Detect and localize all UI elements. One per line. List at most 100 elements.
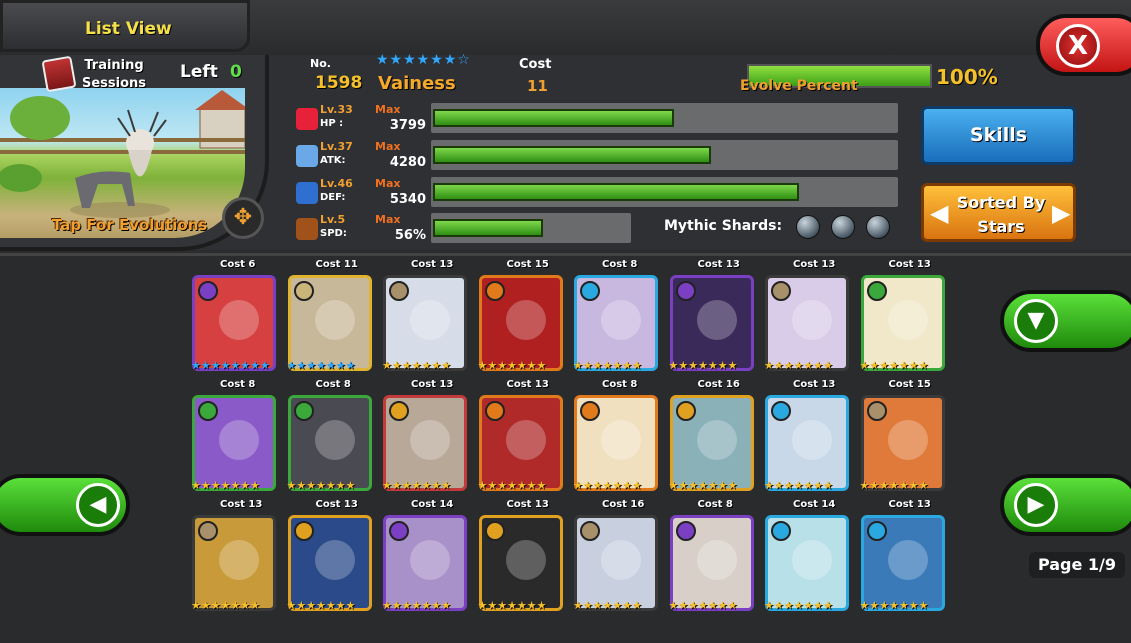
element-icon xyxy=(198,521,218,541)
monster-card[interactable] xyxy=(574,395,658,491)
monster-card[interactable] xyxy=(383,515,467,611)
stat-level: Lv.5 xyxy=(320,213,346,226)
monster-card[interactable] xyxy=(860,515,945,611)
monster-card[interactable] xyxy=(478,515,563,611)
monster-thumbnail xyxy=(696,300,737,340)
monster-card[interactable] xyxy=(192,395,276,491)
training-book-icon xyxy=(41,55,77,93)
element-icon xyxy=(675,281,696,301)
monster-card[interactable] xyxy=(574,275,658,371)
monster-card[interactable] xyxy=(860,275,945,371)
shield-icon xyxy=(296,182,318,204)
monster-card[interactable] xyxy=(287,395,372,491)
monster-card[interactable] xyxy=(478,395,563,491)
cost-label: Cost xyxy=(519,57,552,72)
element-icon xyxy=(389,281,409,301)
monster-thumbnail xyxy=(696,420,737,460)
monster-card[interactable] xyxy=(383,275,467,371)
monster-thumbnail xyxy=(505,300,546,340)
element-icon xyxy=(580,281,600,301)
element-icon xyxy=(293,281,314,301)
element-icon xyxy=(389,401,409,421)
monster-card[interactable] xyxy=(669,395,754,491)
evolve-percent-label: Evolve Percent xyxy=(740,78,858,94)
list-view-tab[interactable]: List View xyxy=(0,0,250,52)
monster-thumbnail xyxy=(410,540,450,580)
stat-value: 5340 xyxy=(389,192,426,207)
sort-prev-icon[interactable]: ◀ xyxy=(930,199,948,227)
monster-thumbnail xyxy=(410,420,450,460)
list-view-label: List View xyxy=(85,19,172,39)
monster-thumbnail xyxy=(314,420,355,460)
stat-name: ATK: xyxy=(320,155,346,166)
element-icon xyxy=(484,401,505,421)
monster-thumbnail xyxy=(601,300,641,340)
monster-card[interactable] xyxy=(383,395,467,491)
prev-arrow-icon: ◀ xyxy=(76,483,120,527)
close-icon: X xyxy=(1056,24,1100,68)
stat-name: DEF: xyxy=(320,192,346,203)
cost-value: 11 xyxy=(527,77,548,95)
monster-grid-area xyxy=(0,253,1131,643)
stat-level: Lv.33 xyxy=(320,103,353,116)
monster-card[interactable] xyxy=(669,275,754,371)
stat-max-label: Max xyxy=(375,103,401,116)
filter-icon: ▼ xyxy=(1014,299,1058,343)
monster-card[interactable] xyxy=(192,515,276,611)
filter-button[interactable]: ▼ xyxy=(1000,290,1131,352)
close-button[interactable]: X xyxy=(1036,14,1131,76)
monster-card[interactable] xyxy=(765,515,849,611)
monster-thumbnail xyxy=(219,300,259,340)
sort-next-icon[interactable]: ▶ xyxy=(1052,199,1070,227)
skills-button[interactable]: Skills xyxy=(921,106,1076,165)
page-indicator: Page 1/9 xyxy=(1029,552,1125,578)
element-icon xyxy=(771,401,791,421)
training-left-label: Left xyxy=(180,62,218,82)
training-sessions-label: Training Sessions xyxy=(82,58,147,91)
monster-thumbnail xyxy=(219,540,259,580)
monster-thumbnail xyxy=(314,540,355,580)
monster-thumbnail xyxy=(314,300,355,340)
stat-max-label: Max xyxy=(375,177,401,190)
monster-card[interactable] xyxy=(287,515,372,611)
monster-card[interactable] xyxy=(574,515,658,611)
monster-card[interactable] xyxy=(192,275,276,371)
sword-icon xyxy=(296,145,318,167)
boot-icon xyxy=(296,218,318,240)
evolve-percent-value: 100% xyxy=(936,65,998,89)
monster-card[interactable] xyxy=(765,275,849,371)
monster-thumbnail xyxy=(792,300,832,340)
mythic-shards-label: Mythic Shards: xyxy=(664,218,783,234)
stat-bar-fill xyxy=(433,146,711,164)
monster-thumbnail xyxy=(219,420,259,460)
number-label: No. xyxy=(310,57,331,70)
element-icon xyxy=(293,401,314,421)
sort-label: Sorted By Stars xyxy=(956,193,1046,236)
monster-card[interactable] xyxy=(765,395,849,491)
element-icon xyxy=(771,521,791,541)
element-icon xyxy=(484,521,505,541)
stat-max-label: Max xyxy=(375,213,401,226)
monster-thumbnail xyxy=(410,300,450,340)
monster-thumbnail xyxy=(696,540,737,580)
next-page-button[interactable]: ▶ xyxy=(1000,474,1131,536)
monster-thumbnail xyxy=(505,420,546,460)
monster-card[interactable] xyxy=(287,275,372,371)
stat-value: 56% xyxy=(394,228,426,243)
element-icon xyxy=(866,401,887,421)
stat-name: SPD: xyxy=(320,228,347,239)
monster-card[interactable] xyxy=(478,275,563,371)
heart-icon xyxy=(296,108,318,130)
stat-bar-fill xyxy=(433,109,674,127)
monster-card[interactable] xyxy=(860,395,945,491)
element-icon xyxy=(293,521,314,541)
monster-name: Vainess xyxy=(378,73,456,94)
element-icon xyxy=(198,281,218,301)
monster-card[interactable] xyxy=(669,515,754,611)
tap-for-evolutions-label[interactable]: Tap For Evolutions xyxy=(52,216,207,234)
element-icon xyxy=(771,281,791,301)
element-icon xyxy=(580,401,600,421)
prev-page-button[interactable]: ◀ xyxy=(0,474,130,536)
evolution-icon[interactable]: ✥ xyxy=(222,197,264,239)
sort-button[interactable]: ◀ Sorted By Stars ▶ xyxy=(921,183,1076,242)
